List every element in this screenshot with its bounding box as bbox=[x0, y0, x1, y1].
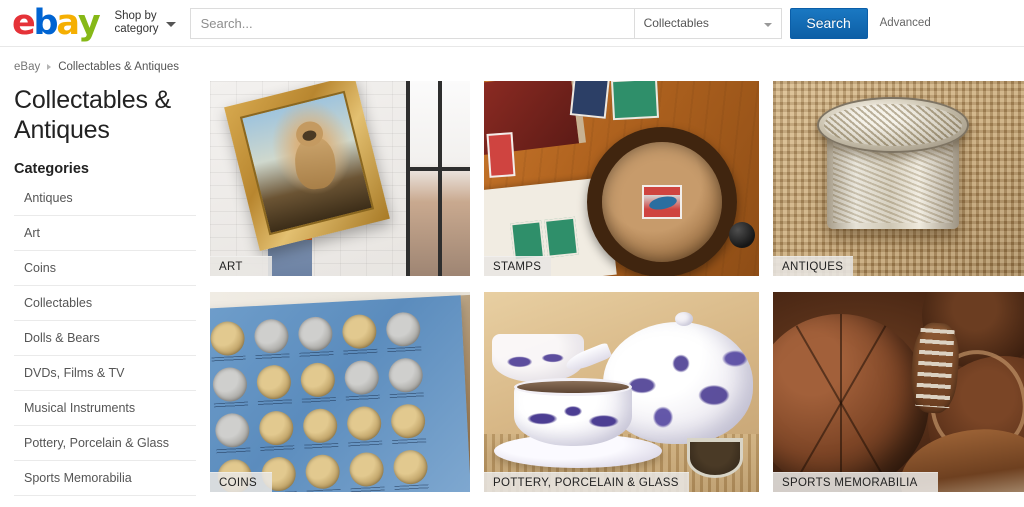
sidebar-item-coins[interactable]: Coins bbox=[14, 250, 196, 285]
logo-letter-y: y bbox=[77, 2, 101, 43]
sports-tile-image bbox=[773, 292, 1024, 492]
tile-label-pottery: POTTERY, PORCELAIN & GLASS bbox=[484, 472, 689, 492]
breadcrumb-item-current: Collectables & Antiques bbox=[58, 61, 180, 73]
sidebar-item-art[interactable]: Art bbox=[14, 215, 196, 250]
coins-tile-image bbox=[210, 292, 470, 492]
shop-by-category-label: Shop by category bbox=[114, 10, 159, 35]
sidebar-item-musical-instruments[interactable]: Musical Instruments bbox=[14, 390, 196, 425]
art-tile-image bbox=[210, 81, 470, 276]
categories-heading: Categories bbox=[14, 161, 89, 177]
chevron-right-icon bbox=[47, 64, 52, 70]
chevron-down-icon bbox=[763, 22, 772, 27]
stamps-tile-image bbox=[484, 81, 759, 276]
chevron-down-icon bbox=[165, 22, 176, 27]
sidebar: Collectables & Antiques Categories Antiq… bbox=[14, 81, 196, 507]
search-input[interactable] bbox=[189, 7, 634, 39]
antiques-tile-image bbox=[773, 81, 1024, 276]
sidebar-item-dolls-bears[interactable]: Dolls & Bears bbox=[14, 320, 196, 355]
category-select[interactable]: Collectables bbox=[633, 7, 782, 39]
sidebar-item-stamps[interactable]: Stamps bbox=[14, 495, 196, 507]
search-bar: Collectables Search bbox=[189, 7, 868, 39]
tile-label-sports: SPORTS MEMORABILIA bbox=[773, 472, 938, 492]
logo-letter-a: a bbox=[56, 2, 80, 43]
sidebar-item-antiques[interactable]: Antiques bbox=[14, 185, 196, 215]
breadcrumb-item-ebay[interactable]: eBay bbox=[14, 61, 40, 73]
logo-letter-e: e bbox=[12, 2, 36, 43]
tile-coins[interactable]: COINS bbox=[210, 292, 470, 492]
pottery-tile-image bbox=[484, 292, 759, 492]
page-body: Collectables & Antiques Categories Antiq… bbox=[0, 73, 1024, 507]
tile-pottery-porcelain-glass[interactable]: POTTERY, PORCELAIN & GLASS bbox=[484, 292, 759, 492]
breadcrumb: eBay Collectables & Antiques bbox=[0, 47, 1024, 73]
site-header: e b a y Shop by category Collectables Se… bbox=[0, 0, 1024, 46]
tile-label-art: ART bbox=[210, 256, 272, 276]
sidebar-item-dvds-films-tv[interactable]: DVDs, Films & TV bbox=[14, 355, 196, 390]
tile-sports-memorabilia[interactable]: SPORTS MEMORABILIA bbox=[773, 292, 1024, 492]
page-title: Collectables & Antiques bbox=[14, 86, 172, 144]
category-tile-grid: ART STAMPS ANTIQUES COINS POTTERY, PORCE… bbox=[210, 81, 1024, 507]
logo-letter-b: b bbox=[33, 2, 59, 43]
ebay-logo[interactable]: e b a y bbox=[12, 2, 101, 43]
tile-label-antiques: ANTIQUES bbox=[773, 256, 854, 276]
sidebar-item-collectables[interactable]: Collectables bbox=[14, 285, 196, 320]
sidebar-item-sports-memorabilia[interactable]: Sports Memorabilia bbox=[14, 460, 196, 495]
sidebar-item-pottery-porcelain-glass[interactable]: Pottery, Porcelain & Glass bbox=[14, 425, 196, 460]
tile-stamps[interactable]: STAMPS bbox=[484, 81, 759, 276]
tile-label-stamps: STAMPS bbox=[484, 256, 552, 276]
search-button[interactable]: Search bbox=[789, 7, 868, 39]
tile-label-coins: COINS bbox=[210, 472, 272, 492]
category-list: Antiques Art Coins Collectables Dolls & … bbox=[14, 185, 196, 507]
advanced-search-link[interactable]: Advanced bbox=[880, 17, 931, 29]
category-select-value: Collectables bbox=[643, 16, 709, 30]
tile-art[interactable]: ART bbox=[210, 81, 470, 276]
tile-antiques[interactable]: ANTIQUES bbox=[773, 81, 1024, 276]
shop-by-category-button[interactable]: Shop by category bbox=[114, 10, 176, 36]
